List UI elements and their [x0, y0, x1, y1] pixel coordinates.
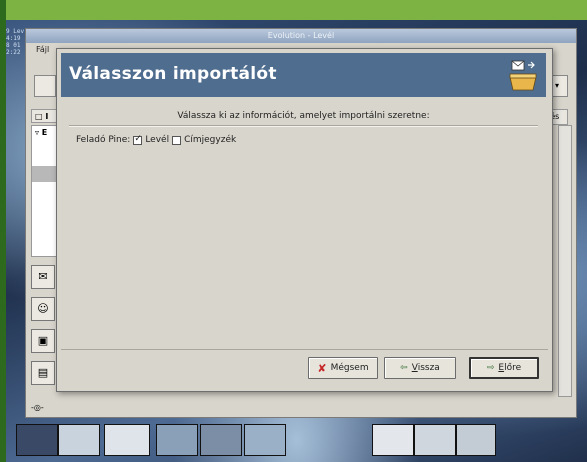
cancel-button-label: Mégsem	[330, 363, 369, 373]
importer-row: Feladó Pine: Levél Címjegyzék	[76, 134, 236, 146]
top-banner	[0, 0, 587, 20]
button-separator	[61, 349, 548, 350]
connection-status-icon: -◎-	[31, 403, 44, 412]
taskbar	[6, 418, 587, 462]
dialog-body: Válassza ki az információt, amelyet impo…	[61, 99, 546, 349]
cancel-button[interactable]: ✘ Mégsem	[308, 357, 378, 379]
forward-button[interactable]: ⇨ Előre	[469, 357, 539, 379]
import-dialog: Válasszon importálót Válassza ki az info…	[56, 48, 553, 392]
evolution-window-title[interactable]: Evolution - Levél	[26, 29, 576, 43]
cancel-icon: ✘	[317, 361, 327, 375]
compose-toolbar-button[interactable]	[34, 75, 56, 97]
back-button[interactable]: ⇦ Vissza	[384, 357, 456, 379]
taskbar-thumb[interactable]	[244, 424, 286, 456]
menu-file[interactable]: Fájl	[36, 45, 49, 54]
mail-checkbox-label[interactable]: Levél	[145, 135, 169, 145]
taskbar-thumb[interactable]	[414, 424, 456, 456]
forward-arrow-icon: ⇨	[486, 363, 495, 373]
tasks-icon[interactable]: ▤	[31, 361, 55, 385]
desktop-clock-text: 9 Lev 4:19 8 01 2:22	[6, 28, 25, 56]
calendar-icon[interactable]: ▣	[31, 329, 55, 353]
importer-label: Feladó Pine:	[76, 135, 131, 145]
taskbar-thumb[interactable]	[58, 424, 100, 456]
separator	[69, 125, 538, 127]
contacts-icon[interactable]: ☺	[31, 297, 55, 321]
dialog-title: Válasszon importálót	[69, 64, 277, 84]
mail-icon[interactable]: ✉	[31, 265, 55, 289]
dialog-header: Válasszon importálót	[61, 53, 546, 97]
taskbar-thumb[interactable]	[372, 424, 414, 456]
taskbar-thumb[interactable]	[156, 424, 198, 456]
addressbook-checkbox[interactable]	[172, 135, 182, 145]
mail-checkbox[interactable]	[133, 134, 143, 145]
back-button-label: Vissza	[411, 363, 440, 373]
forward-button-label: Előre	[498, 363, 522, 373]
taskbar-thumb[interactable]	[104, 424, 150, 456]
back-arrow-icon: ⇦	[400, 363, 408, 373]
import-icon	[509, 60, 537, 91]
message-list-scrollbar[interactable]	[558, 125, 572, 397]
dialog-prompt: Válassza ki az információt, amelyet impo…	[177, 111, 430, 121]
taskbar-thumb[interactable]	[456, 424, 496, 456]
addressbook-checkbox-label[interactable]: Címjegyzék	[184, 135, 236, 145]
taskbar-thumb[interactable]	[16, 424, 58, 456]
taskbar-thumb[interactable]	[200, 424, 242, 456]
